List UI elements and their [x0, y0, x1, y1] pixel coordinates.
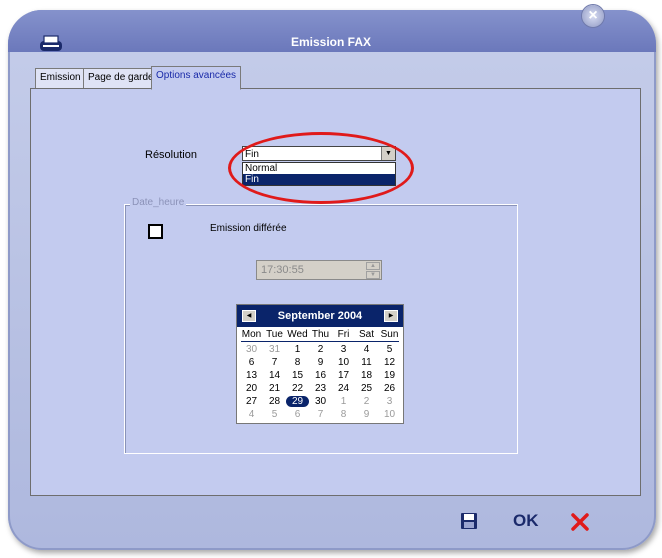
calendar-day[interactable]: 12	[378, 357, 401, 368]
calendar-day[interactable]: 8	[286, 357, 309, 368]
calendar-day[interactable]: 9	[309, 357, 332, 368]
weekday-wed: Wed	[287, 329, 308, 340]
calendar-day[interactable]: 10	[378, 409, 401, 420]
tab-page-de-garde[interactable]: Page de garde	[83, 68, 159, 88]
calendar-day[interactable]: 28	[263, 396, 286, 407]
weekday-sat: Sat	[358, 329, 374, 340]
calendar-day[interactable]: 8	[332, 409, 355, 420]
calendar-divider	[241, 341, 399, 342]
time-input[interactable]: 17:30:55 ▲ ▼	[256, 260, 382, 280]
chevron-down-icon[interactable]: ▼	[381, 147, 395, 160]
calendar-day[interactable]: 31	[263, 344, 286, 355]
ok-button[interactable]: OK	[513, 511, 539, 531]
calendar-header: September 2004	[237, 305, 403, 327]
calendar-day[interactable]: 15	[286, 370, 309, 381]
window-title: Emission FAX	[290, 35, 372, 49]
calendar-day[interactable]: 6	[240, 357, 263, 368]
resolution-option-fin[interactable]: Fin	[243, 174, 395, 185]
calendar-day[interactable]: 4	[240, 409, 263, 420]
tab-emission[interactable]: Emission	[35, 68, 86, 88]
calendar: September 2004 ◀ ▶ Mon Tue Wed Thu Fri Sat Sun…	[236, 304, 404, 424]
calendar-day[interactable]: 30	[309, 396, 332, 407]
calendar-day[interactable]: 23	[309, 383, 332, 394]
deferred-emission-label: Emission différée	[210, 223, 287, 234]
calendar-month-label: September 2004	[277, 310, 363, 322]
calendar-day[interactable]: 13	[240, 370, 263, 381]
calendar-day[interactable]: 18	[355, 370, 378, 381]
calendar-day[interactable]: 7	[263, 357, 286, 368]
calendar-day[interactable]: 29	[286, 396, 309, 407]
close-icon[interactable]: ×	[582, 5, 604, 27]
calendar-day[interactable]: 5	[263, 409, 286, 420]
cancel-icon[interactable]	[570, 512, 590, 532]
tab-options-avancees[interactable]: Options avancées	[151, 66, 242, 90]
calendar-day[interactable]: 11	[355, 357, 378, 368]
weekday-tue: Tue	[266, 329, 283, 340]
calendar-day[interactable]: 16	[309, 370, 332, 381]
prev-month-icon[interactable]: ◀	[242, 310, 256, 322]
save-icon[interactable]	[460, 512, 478, 530]
resolution-label: Résolution	[145, 149, 197, 161]
date-heure-legend: Date_heure	[130, 197, 187, 208]
calendar-day[interactable]: 19	[378, 370, 401, 381]
calendar-day[interactable]: 2	[355, 396, 378, 407]
resolution-selected-value: Fin	[245, 149, 259, 160]
time-value: 17:30:55	[261, 264, 304, 276]
calendar-day[interactable]: 22	[286, 383, 309, 394]
weekday-sun: Sun	[380, 329, 399, 340]
calendar-day[interactable]: 21	[263, 383, 286, 394]
calendar-day[interactable]: 26	[378, 383, 401, 394]
spin-down-icon[interactable]: ▼	[366, 271, 380, 279]
spin-up-icon[interactable]: ▲	[366, 262, 380, 270]
calendar-day[interactable]: 7	[309, 409, 332, 420]
resolution-dropdown-list: Normal Fin	[242, 162, 396, 186]
calendar-day[interactable]: 3	[378, 396, 401, 407]
calendar-day[interactable]: 20	[240, 383, 263, 394]
next-month-icon[interactable]: ▶	[384, 310, 398, 322]
calendar-day[interactable]: 27	[240, 396, 263, 407]
weekday-mon: Mon	[241, 329, 262, 340]
calendar-day[interactable]: 9	[355, 409, 378, 420]
calendar-day[interactable]: 17	[332, 370, 355, 381]
calendar-day[interactable]: 2	[309, 344, 332, 355]
resolution-select[interactable]: Fin ▼	[242, 146, 396, 161]
calendar-day[interactable]: 6	[286, 409, 309, 420]
calendar-day[interactable]: 5	[378, 344, 401, 355]
calendar-day[interactable]: 24	[332, 383, 355, 394]
calendar-day[interactable]: 25	[355, 383, 378, 394]
calendar-day[interactable]: 4	[355, 344, 378, 355]
calendar-day[interactable]: 30	[240, 344, 263, 355]
weekday-fri: Fri	[337, 329, 350, 340]
calendar-day[interactable]: 1	[286, 344, 309, 355]
calendar-day[interactable]: 14	[263, 370, 286, 381]
resolution-option-normal[interactable]: Normal	[243, 163, 395, 174]
calendar-day[interactable]: 10	[332, 357, 355, 368]
weekday-thu: Thu	[311, 329, 330, 340]
deferred-emission-checkbox[interactable]	[148, 224, 163, 239]
calendar-day[interactable]: 3	[332, 344, 355, 355]
calendar-day[interactable]: 1	[332, 396, 355, 407]
